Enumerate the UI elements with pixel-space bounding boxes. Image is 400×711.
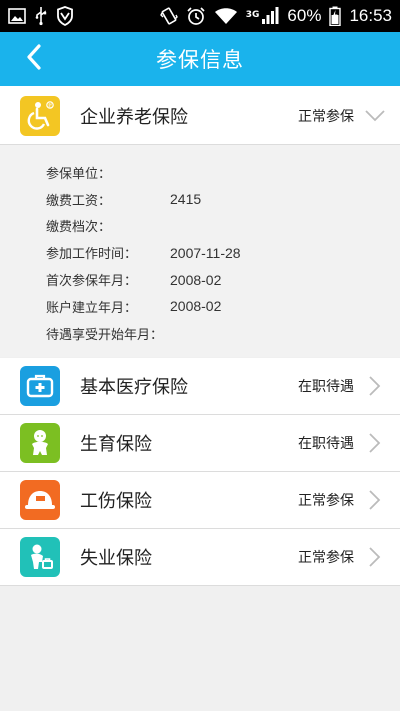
- divider: [0, 585, 400, 586]
- battery-percent: 60%: [287, 6, 322, 25]
- app-header: 参保信息: [0, 32, 400, 86]
- insurance-label: 企业养老保险: [80, 106, 188, 128]
- chevron-right-icon: [364, 376, 386, 396]
- usb-icon: [34, 6, 48, 26]
- insurance-status: 正常参保: [298, 108, 354, 125]
- detail-label: 参保单位：: [46, 166, 112, 182]
- detail-row: 首次参保年月： 2008-02: [0, 266, 400, 293]
- vibrate-icon: [159, 6, 178, 26]
- network-type: 3G: [245, 10, 260, 20]
- wifi-icon: [214, 7, 238, 25]
- insurance-label: 生育保险: [80, 434, 152, 455]
- baby-icon: [20, 423, 60, 463]
- detail-label: 缴费档次：: [46, 220, 112, 236]
- unemployed-person-icon: [20, 537, 60, 577]
- shield-icon: [56, 6, 74, 26]
- insurance-status: 在职待遇: [298, 379, 354, 395]
- insurance-row-medical[interactable]: 基本医疗保险 在职待遇: [0, 358, 400, 414]
- detail-row: 缴费档次：: [0, 213, 400, 240]
- chevron-right-icon: [364, 490, 386, 510]
- detail-value: 2008-02: [170, 298, 222, 315]
- signal-icon: [261, 7, 279, 25]
- chevron-left-icon: [25, 44, 43, 74]
- insurance-row-pension[interactable]: 老 企业养老保险 正常参保: [0, 86, 400, 145]
- alarm-icon: [186, 6, 206, 26]
- detail-row: 待遇享受开始年月：: [0, 320, 400, 347]
- insurance-row-maternity[interactable]: 生育保险 在职待遇: [0, 415, 400, 471]
- pension-details-panel: 参保单位： 缴费工资： 2415 缴费档次： 参加工作时间： 2007-11-2…: [0, 145, 400, 357]
- clock-time: 16:53: [349, 6, 392, 25]
- detail-value: 2008-02: [170, 271, 222, 288]
- svg-text:老: 老: [48, 102, 53, 109]
- detail-label: 账户建立年月：: [46, 300, 138, 316]
- detail-label: 待遇享受开始年月：: [46, 327, 164, 343]
- back-button[interactable]: [14, 32, 54, 86]
- insurance-label: 失业保险: [80, 548, 152, 569]
- detail-value: 2415: [170, 191, 202, 208]
- insurance-status: 正常参保: [298, 493, 354, 509]
- insurance-label: 基本医疗保险: [80, 377, 188, 398]
- detail-row: 参保单位：: [0, 159, 400, 186]
- detail-row: 账户建立年月： 2008-02: [0, 293, 400, 320]
- chevron-right-icon: [364, 433, 386, 453]
- detail-value: 2007-11-28: [170, 244, 241, 261]
- detail-label: 缴费工资：: [46, 193, 112, 209]
- medical-kit-icon: [20, 366, 60, 406]
- detail-label: 首次参保年月：: [46, 274, 138, 290]
- status-bar: 3G 60% 16:53: [0, 0, 400, 32]
- insurance-row-unemployment[interactable]: 失业保险 正常参保: [0, 529, 400, 585]
- status-bar-right: 3G 60% 16:53: [159, 6, 392, 26]
- status-bar-left: [8, 6, 74, 26]
- insurance-status: 在职待遇: [298, 436, 354, 452]
- detail-label: 参加工作时间：: [46, 247, 138, 263]
- chevron-down-icon: [364, 109, 386, 122]
- wheelchair-icon: 老: [20, 95, 60, 136]
- insurance-row-injury[interactable]: 工伤保险 正常参保: [0, 472, 400, 528]
- chevron-right-icon: [364, 547, 386, 567]
- page-title: 参保信息: [156, 48, 244, 72]
- insurance-status: 正常参保: [298, 550, 354, 566]
- hard-hat-icon: [20, 480, 60, 520]
- image-icon: [8, 8, 26, 24]
- detail-row: 参加工作时间： 2007-11-28: [0, 239, 400, 266]
- detail-row: 缴费工资： 2415: [0, 186, 400, 213]
- battery-icon: [329, 6, 342, 26]
- insurance-label: 工伤保险: [80, 491, 152, 512]
